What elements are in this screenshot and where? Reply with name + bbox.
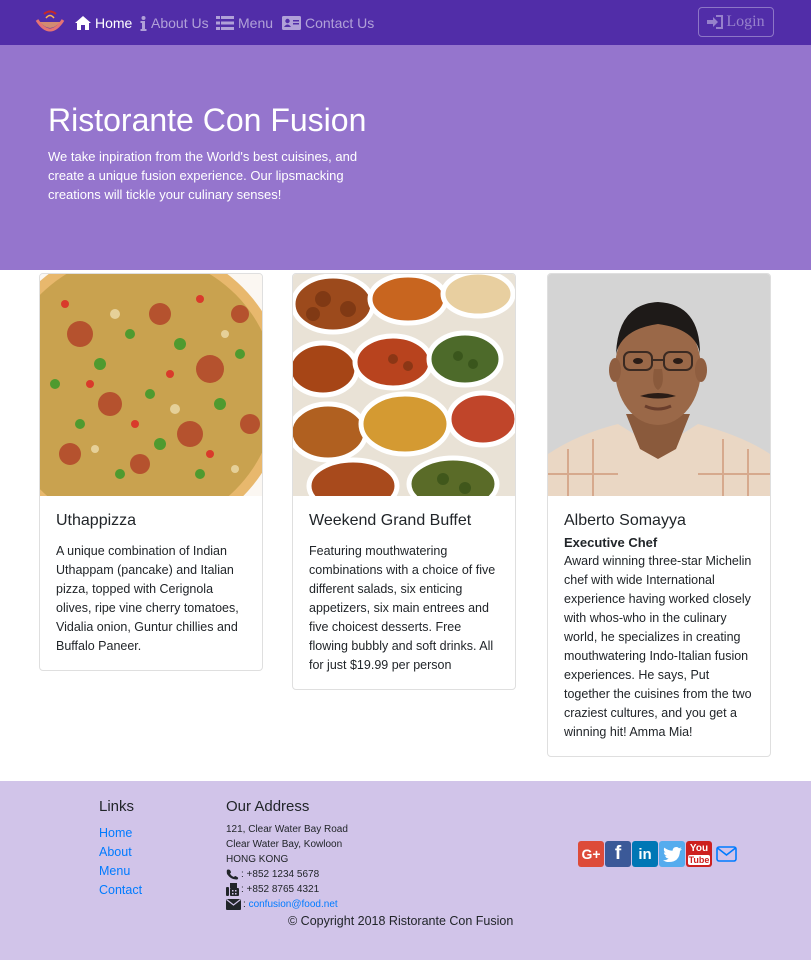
copyright-text: © Copyright 2018 Ristorante Con Fusion: [288, 914, 514, 928]
jumbotron-text: We take inpiration from the World's best…: [48, 149, 358, 202]
nav-about-label: About Us: [151, 15, 209, 31]
card-title: Alberto Somayya: [564, 512, 686, 529]
jumbotron: Ristorante Con Fusion We take inpiration…: [0, 45, 811, 270]
youtube-button[interactable]: You Tube: [686, 841, 712, 867]
email-row: : confusion@food.net: [226, 897, 348, 912]
linkedin-icon: in: [638, 845, 652, 863]
twitter-icon: [662, 846, 682, 862]
fax-number: : +852 8765 4321: [241, 884, 320, 895]
card-title: Uthappizza: [56, 512, 137, 529]
navbar: Home About Us Menu Contact Us Login: [0, 0, 811, 45]
address-line: HONG KONG: [226, 854, 289, 865]
list-icon: [216, 16, 234, 30]
card-text: Award winning three-star Michelin chef w…: [564, 554, 752, 739]
footer: Links Home About Menu Contact Our Addres…: [0, 781, 811, 960]
card-text: A unique combination of Indian Uthappam …: [56, 544, 239, 653]
login-button[interactable]: Login: [698, 7, 774, 37]
nav-menu-label: Menu: [238, 15, 274, 31]
phone-number: : +852 1234 5678: [241, 869, 320, 880]
info-icon: [140, 15, 147, 31]
chef-photo: [548, 274, 770, 496]
envelope-icon: [226, 899, 241, 910]
promotion-image: [293, 274, 515, 496]
fax-icon: [226, 883, 239, 896]
email-button[interactable]: [713, 841, 739, 867]
footer-link-contact[interactable]: Contact: [99, 881, 142, 900]
fax-row: : +852 8765 4321: [226, 882, 348, 897]
dish-image: [40, 274, 262, 496]
address-block: 121, Clear Water Bay Road Clear Water Ba…: [226, 822, 348, 912]
facebook-button[interactable]: f: [605, 841, 631, 867]
card-promotion: Weekend Grand Buffet Featuring mouthwate…: [292, 273, 516, 690]
footer-link-menu[interactable]: Menu: [99, 862, 142, 881]
email-link[interactable]: confusion@food.net: [249, 897, 338, 912]
address-card-icon: [282, 16, 301, 30]
youtube-icon: You: [689, 842, 709, 854]
card-title: Weekend Grand Buffet: [309, 512, 472, 529]
youtube-icon-tube: Tube: [687, 854, 711, 865]
footer-links: Home About Menu Contact: [99, 824, 142, 900]
address-heading: Our Address: [226, 798, 310, 815]
social-buttons: G+ f in You Tube: [578, 841, 739, 867]
card-text: Featuring mouthwatering combinations wit…: [309, 544, 496, 672]
page-title: Ristorante Con Fusion: [48, 102, 367, 138]
login-label: Login: [726, 13, 765, 30]
address-line: Clear Water Bay, Kowloon: [226, 839, 343, 850]
facebook-icon: f: [614, 843, 622, 864]
linkedin-button[interactable]: in: [632, 841, 658, 867]
card-subtitle: Executive Chef: [564, 535, 658, 550]
address-line: 121, Clear Water Bay Road: [226, 824, 348, 835]
footer-link-home[interactable]: Home: [99, 824, 142, 843]
restaurant-logo[interactable]: [34, 10, 66, 36]
nav-contact-label: Contact Us: [305, 15, 375, 31]
nav-home-label: Home: [95, 15, 133, 31]
sign-in-icon: [707, 15, 724, 29]
twitter-button[interactable]: [659, 841, 685, 867]
footer-link-about[interactable]: About: [99, 843, 142, 862]
envelope-icon: [715, 846, 737, 862]
links-heading: Links: [99, 798, 135, 815]
nav-menu[interactable]: Menu: [216, 14, 273, 32]
nav-home[interactable]: Home: [75, 14, 132, 32]
card-dish: Uthappizza A unique combination of India…: [39, 273, 263, 671]
card-leader: Alberto Somayya Executive Chef Award win…: [547, 273, 771, 757]
nav-about[interactable]: About Us: [140, 14, 209, 32]
nav-contact[interactable]: Contact Us: [282, 14, 374, 32]
google-plus-icon: G+: [581, 846, 601, 862]
phone-icon: [226, 869, 239, 880]
phone-row: : +852 1234 5678: [226, 867, 348, 882]
home-icon: [75, 16, 91, 30]
google-plus-button[interactable]: G+: [578, 841, 604, 867]
